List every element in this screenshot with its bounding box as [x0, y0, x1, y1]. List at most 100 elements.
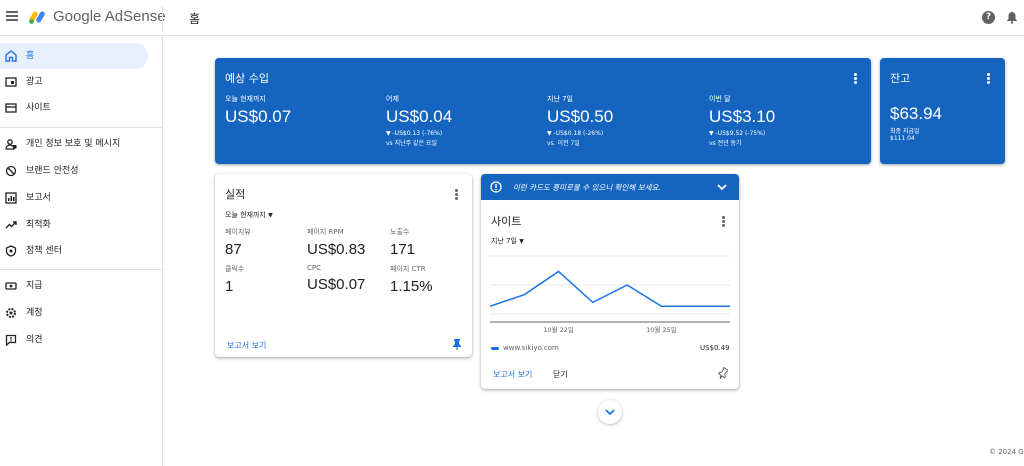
period-dropdown-label: 오늘 현재까지 [225, 211, 266, 219]
dropdown-arrow-icon: ▼ [268, 212, 273, 219]
sidebar-item-label: 개인 정보 보호 및 메시지 [26, 139, 121, 149]
sidebar-item-sites[interactable]: 사이트 [0, 95, 148, 121]
feedback-icon [5, 334, 17, 346]
metric-label: 페이지 RPM [307, 228, 344, 236]
page-title: 홈 [189, 12, 201, 26]
more-options-icon[interactable] [455, 189, 459, 201]
card-title: 예상 수입 [225, 72, 269, 85]
sidebar-item-account[interactable]: 계정 [0, 300, 148, 326]
metric-value: US$3.10 [709, 107, 776, 126]
dropdown-arrow-icon: ▼ [519, 238, 524, 245]
x-tick-label: 10월 25일 [646, 325, 677, 334]
metric-value: US$0.50 [547, 107, 614, 126]
card-title: 실적 [225, 188, 246, 201]
metric-label: 오늘 현재까지 [225, 95, 266, 103]
sidebar-item-label: 브랜드 안전성 [26, 166, 79, 176]
x-tick-label: 10월 22일 [543, 325, 574, 334]
metric-value: US$0.07 [225, 107, 292, 126]
sidebar-item-privacy[interactable]: 개인 정보 보호 및 메시지 [0, 131, 148, 157]
sidebar-item-policy[interactable]: 정책 센터 [0, 238, 148, 264]
period-dropdown-label: 지난 7일 [491, 237, 517, 245]
payments-icon [5, 282, 17, 290]
help-icon[interactable]: ? [982, 11, 995, 24]
balance-value: $63.94 [890, 104, 942, 123]
sidebar-item-label: 홈 [26, 51, 35, 61]
header-divider [162, 6, 163, 30]
last-payment-label: 최종 지급일 [890, 128, 920, 135]
estimated-earnings-card: 예상 수입 오늘 현재까지 US$0.07 어제 US$0.04 ▼ -US$0… [215, 58, 871, 164]
adsense-logo-icon [29, 11, 45, 24]
more-options-icon[interactable] [722, 216, 726, 228]
footer-copyright: © 2024 G [989, 448, 1024, 456]
period-dropdown[interactable]: 오늘 현재까지 ▼ [225, 210, 273, 220]
more-options-icon[interactable] [987, 73, 991, 85]
dismiss-button[interactable]: 닫기 [553, 369, 568, 380]
sidebar-item-ads[interactable]: 광고 [0, 69, 148, 95]
metric-compare: vs 지난주 같은 요일 [386, 140, 438, 147]
metric-compare: vs. 이전 7일 [547, 140, 580, 147]
metric-impressions: 노출수 171 [390, 227, 415, 258]
metric-delta: ▼ -US$0.13 (-76%) [386, 130, 443, 137]
metric-label: CPC [307, 264, 321, 272]
metric-page-ctr: 페이지 CTR 1.15% [390, 264, 433, 295]
chevron-down-icon[interactable] [717, 183, 727, 191]
earnings-last-7-days: 지난 7일 US$0.50 ▼ -US$0.18 (-26%) vs. 이전 7… [547, 94, 613, 147]
metric-value: US$0.07 [307, 276, 366, 293]
view-report-link[interactable]: 보고서 보기 [227, 340, 266, 351]
sidebar-item-brand-safety[interactable]: 브랜드 안전성 [0, 158, 148, 184]
sidebar-item-label: 사이트 [26, 103, 51, 113]
metric-label: 어제 [386, 95, 399, 103]
earnings-yesterday: 어제 US$0.04 ▼ -US$0.13 (-76%) vs 지난주 같은 요… [386, 94, 452, 147]
menu-icon[interactable] [6, 11, 18, 21]
sidebar: 홈 광고 사이트 개인 정보 보호 및 메시지 브랜드 안전성 보고서 최적화 … [0, 36, 163, 466]
sidebar-divider [0, 127, 163, 128]
metric-label: 페이지뷰 [225, 228, 251, 236]
info-icon [490, 181, 502, 193]
chevron-down-icon [605, 409, 615, 416]
metric-value: US$0.83 [307, 241, 366, 258]
gear-icon [6, 308, 16, 318]
sidebar-item-label: 정책 센터 [26, 246, 62, 256]
metric-value: 1.15% [390, 278, 433, 295]
metric-label: 지난 7일 [547, 95, 573, 103]
privacy-icon [5, 139, 17, 150]
last-payment-value: $111.04 [890, 135, 915, 142]
earnings-line-chart: 10월 22일 10월 25일 [490, 255, 730, 334]
sidebar-item-label: 의견 [26, 335, 43, 345]
sidebar-item-home[interactable]: 홈 [0, 43, 148, 69]
block-icon [5, 165, 17, 177]
scroll-down-button[interactable] [598, 400, 622, 424]
sidebar-item-label: 최적화 [26, 220, 51, 230]
metric-cpc: CPC US$0.07 [307, 264, 365, 293]
trending-up-icon [5, 221, 17, 229]
sites-card: 이런 카드도 흥미로울 수 있으니 확인해 보세요. 사이트 지난 7일 ▼ 1… [481, 174, 739, 389]
metric-clicks: 클릭수 1 [225, 264, 244, 295]
view-report-link[interactable]: 보고서 보기 [493, 369, 532, 380]
metric-delta: ▼ -US$0.18 (-26%) [547, 130, 604, 137]
sites-icon [5, 103, 17, 113]
balance-card: 잔고 $63.94 최종 지급일 $111.04 [880, 58, 1005, 164]
metric-page-rpm: 페이지 RPM US$0.83 [307, 227, 365, 258]
period-dropdown[interactable]: 지난 7일 ▼ [491, 236, 524, 246]
legend-swatch [491, 347, 499, 350]
top-app-bar: Google AdSense 홈 ? [0, 0, 1024, 36]
pin-icon[interactable] [452, 338, 462, 350]
series-line [490, 270, 730, 308]
metric-value: US$0.04 [386, 107, 453, 126]
card-title: 잔고 [890, 72, 911, 85]
notifications-icon[interactable] [1006, 11, 1018, 24]
sidebar-item-reports[interactable]: 보고서 [0, 185, 148, 211]
sidebar-divider [0, 269, 163, 270]
earnings-this-month: 이번 달 US$3.10 ▼ -US$9.52 (-75%) vs 전년 동기 [709, 94, 775, 147]
metric-compare: vs 전년 동기 [709, 140, 742, 147]
sidebar-item-feedback[interactable]: 의견 [0, 327, 148, 353]
card-title: 사이트 [491, 215, 522, 228]
brand-name: Google AdSense [53, 8, 166, 25]
sidebar-item-payments[interactable]: 지급 [0, 273, 148, 299]
banner-text: 이런 카드도 흥미로울 수 있으니 확인해 보세요. [513, 183, 661, 192]
ads-icon [5, 77, 17, 87]
pin-outline-icon[interactable] [718, 367, 728, 379]
performance-card: 실적 오늘 현재까지 ▼ 페이지뷰 87 페이지 RPM US$0.83 노출수… [215, 174, 472, 357]
sidebar-item-optimization[interactable]: 최적화 [0, 212, 148, 238]
more-options-icon[interactable] [854, 73, 858, 85]
